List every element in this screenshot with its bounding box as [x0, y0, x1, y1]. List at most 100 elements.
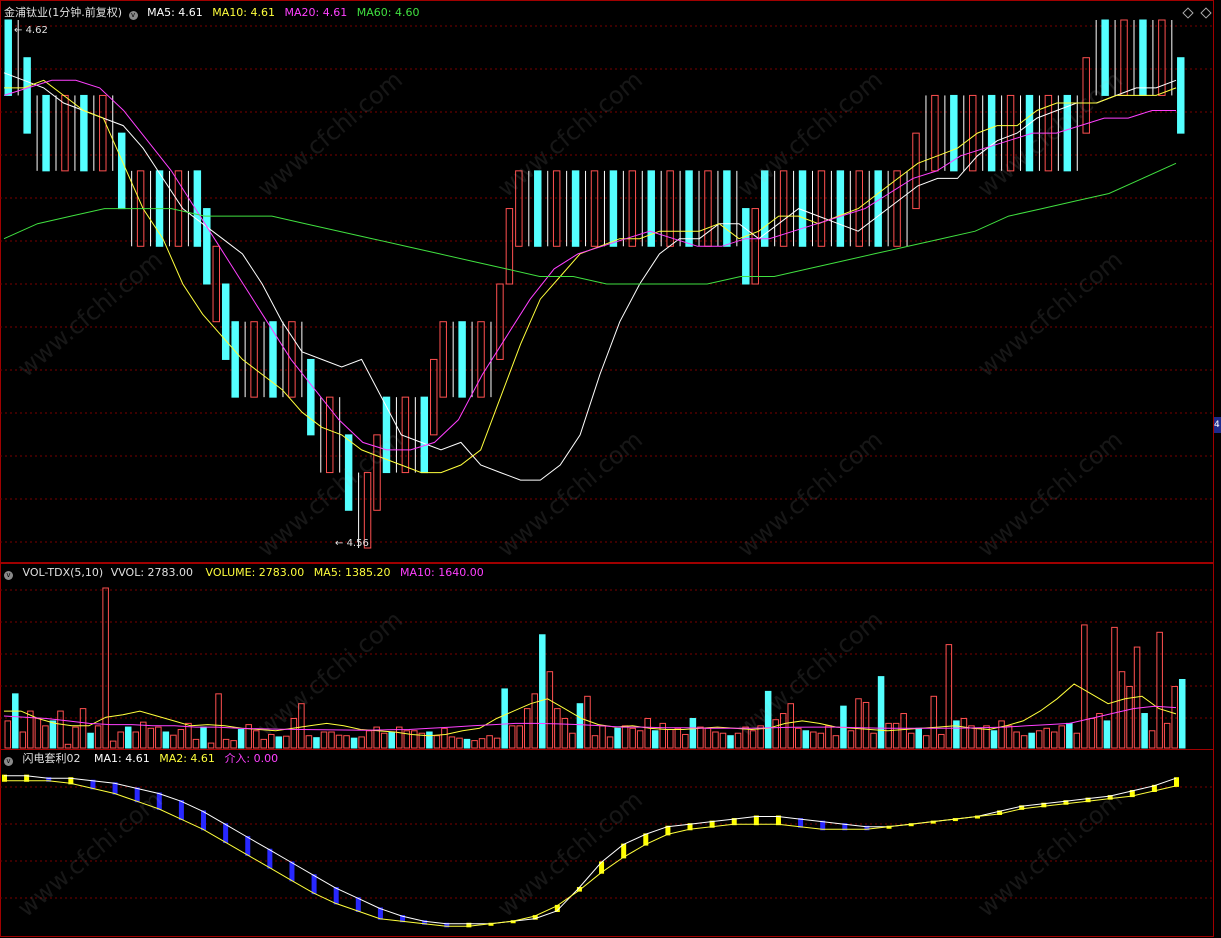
volume-bar: [192, 738, 200, 749]
volume-bar: [554, 708, 561, 749]
candle: [1139, 19, 1147, 96]
volume-bar: [215, 693, 222, 749]
volume-bar: [1028, 732, 1035, 749]
candle: [221, 283, 230, 360]
volume-bar: [561, 717, 569, 749]
volume-bar: [659, 722, 667, 749]
volume-bar: [998, 720, 1005, 749]
candle: [912, 132, 920, 210]
volume-bar: [742, 726, 749, 749]
volume-bar: [1178, 678, 1186, 749]
candle: [23, 57, 31, 134]
volume-bar: [719, 732, 727, 749]
volume-bar: [1058, 725, 1066, 749]
candle: [1158, 19, 1166, 96]
candle: [685, 170, 693, 247]
volume-bar: [42, 725, 49, 749]
vvol-label: VVOL: 2783.00: [110, 566, 194, 579]
volume-bar: [539, 634, 546, 749]
indicator-name: 闪电套利02: [22, 752, 81, 765]
volume-bar: [930, 695, 938, 749]
volume-bar: [508, 725, 516, 749]
volume-bar: [1096, 713, 1103, 749]
ma10-label: MA10: 4.61: [212, 6, 276, 19]
volume-bar: [328, 731, 335, 749]
volume-bar: [900, 713, 907, 749]
volume-bar: [320, 731, 328, 749]
candle: [231, 321, 239, 398]
volume-bar: [674, 727, 682, 749]
candle: [836, 170, 845, 247]
volume-bar: [855, 698, 862, 749]
volume-bar: [283, 735, 290, 749]
volume-bar: [4, 720, 12, 749]
candle: [382, 396, 391, 474]
volume-bar: [433, 735, 441, 749]
vol-ma10-label: MA10: 1640.00: [400, 566, 484, 579]
volume-bar: [313, 737, 320, 749]
volume-bar: [734, 732, 742, 749]
volume-bar: [140, 721, 147, 749]
volume-bar: [922, 735, 930, 749]
price-ma60-line: [3, 162, 1177, 285]
volume-bar: [335, 734, 343, 749]
volume-bar: [667, 729, 674, 749]
candle: [1006, 94, 1015, 172]
ma5-label: MA5: 4.61: [147, 6, 203, 19]
candle: [817, 170, 826, 247]
price-axis-tag: 4: [1214, 417, 1221, 433]
volume-bar: [1020, 735, 1028, 749]
volume-bar: [772, 719, 779, 749]
volume-bar: [764, 690, 772, 749]
high-price-label: ← 4.62: [14, 25, 48, 36]
volume-bar: [802, 730, 810, 749]
volume-bar: [87, 732, 94, 749]
volume-bar: [968, 725, 975, 749]
volume-bar: [1050, 731, 1058, 749]
volume-bar: [57, 710, 64, 749]
volume-bar: [1126, 685, 1133, 749]
volume-bar: [787, 703, 795, 749]
volume-bar: [162, 731, 170, 749]
dropdown-circle-icon[interactable]: v: [4, 757, 13, 766]
volume-bar: [749, 730, 757, 749]
dropdown-circle-icon[interactable]: v: [4, 571, 13, 580]
volume-bar: [990, 730, 998, 749]
volume-bar: [230, 740, 237, 749]
volume-bar: [516, 725, 523, 749]
candle: [42, 94, 50, 172]
volume-bar: [49, 720, 57, 749]
candle: [344, 434, 353, 511]
volume-bar: [847, 730, 855, 749]
volume-bar: [471, 740, 478, 749]
volume-bar: [12, 693, 19, 749]
candle: [751, 208, 759, 285]
volume-bar: [252, 730, 260, 749]
volume-bar: [576, 703, 584, 749]
indicator-panel-frame: [0, 749, 1214, 937]
volume-bar: [907, 732, 915, 749]
candle: [439, 321, 447, 398]
candle: [1101, 19, 1109, 96]
ind-ma2-label: MA2: 4.61: [159, 752, 215, 765]
volume-bar: [1066, 722, 1073, 749]
candle: [430, 358, 438, 436]
volume-bar: [117, 731, 124, 749]
volume-bar: [1073, 732, 1081, 749]
volume-bar: [268, 733, 275, 749]
volume-bar: [260, 738, 268, 749]
volume-bar: [727, 735, 734, 749]
volume-bar: [94, 725, 102, 749]
candle: [363, 472, 372, 549]
candle: [80, 94, 88, 172]
volume-bar: [27, 710, 34, 749]
volume-bar: [810, 731, 817, 749]
candle: [931, 94, 939, 172]
candle: [571, 170, 580, 247]
volume-bar: [478, 738, 486, 749]
volume-bar: [877, 676, 885, 749]
volume-bar: [644, 717, 651, 749]
dropdown-circle-icon[interactable]: v: [128, 11, 138, 20]
volume-bar: [704, 727, 712, 749]
volume-bar: [523, 708, 531, 749]
